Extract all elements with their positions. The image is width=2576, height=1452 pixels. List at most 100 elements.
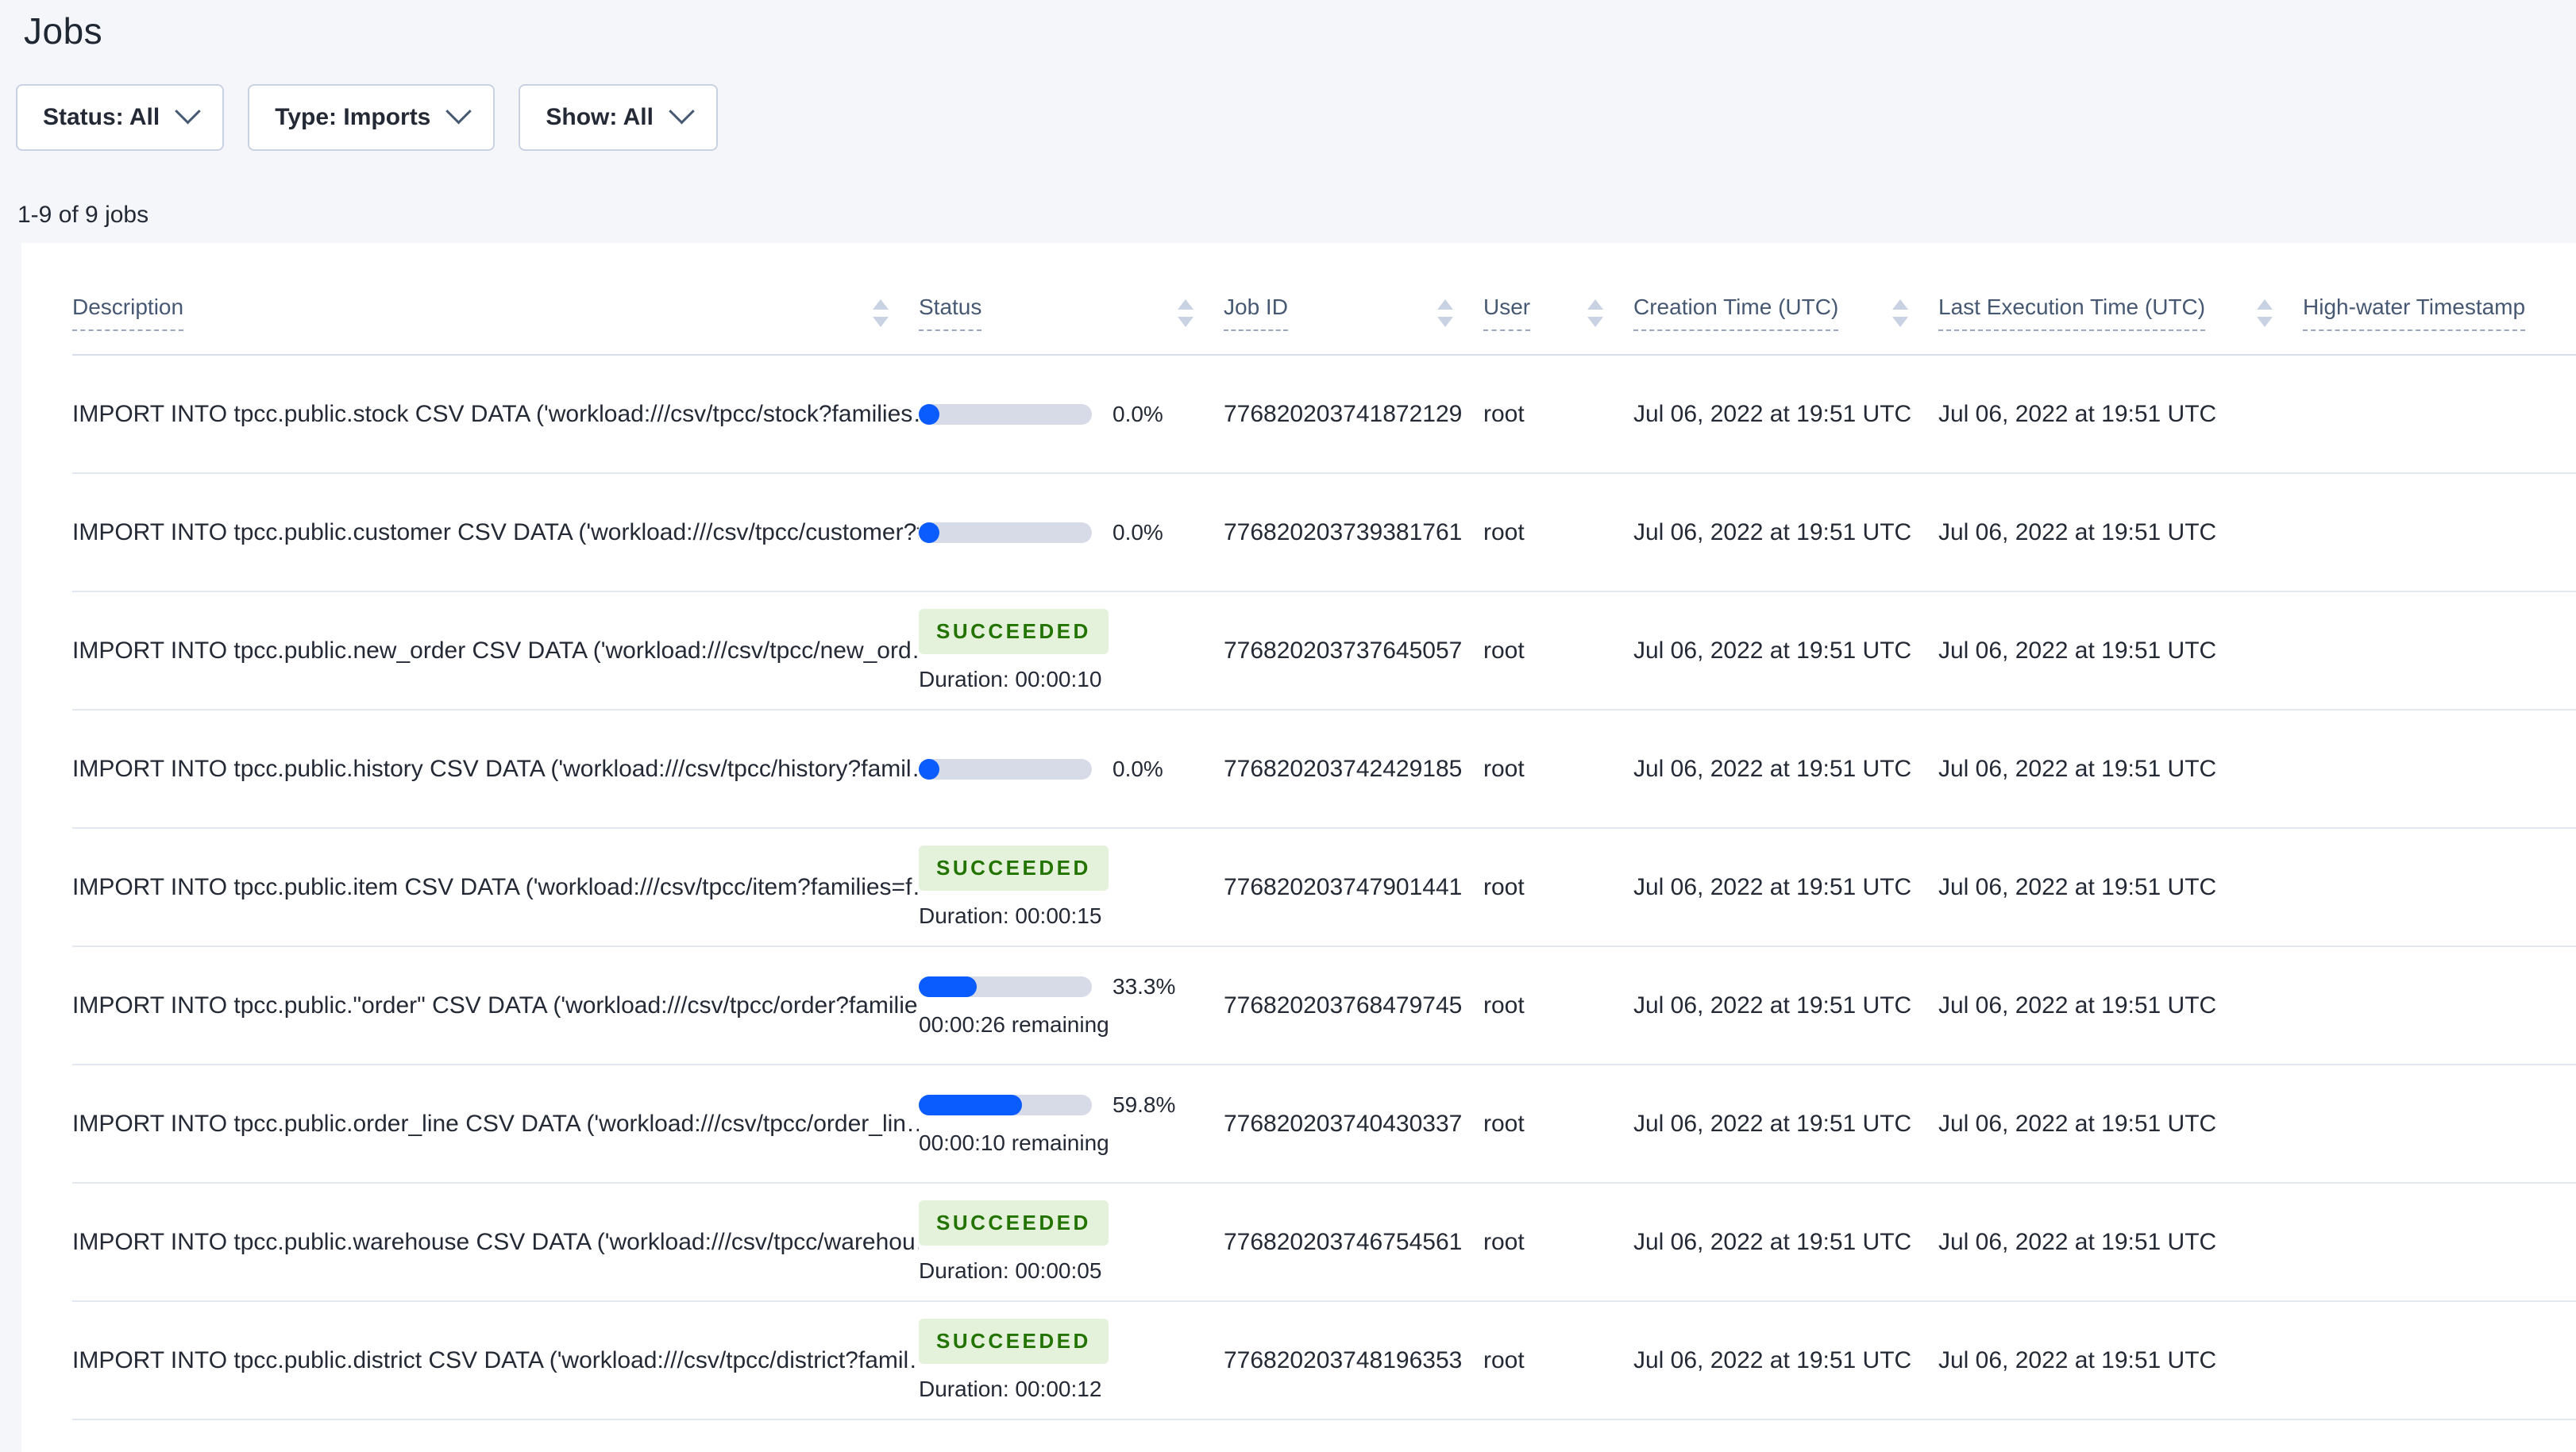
last-execution-time-cell: Jul 06, 2022 at 19:51 UTC [1938, 518, 2217, 545]
last-execution-time-cell: Jul 06, 2022 at 19:51 UTC [1938, 992, 2217, 1019]
column-header-user[interactable]: User [1483, 243, 1633, 354]
user-cell: root [1483, 1228, 1525, 1255]
status-block: 0.0% [919, 520, 1224, 545]
column-header-description[interactable]: Description [72, 243, 919, 354]
last-execution-time-cell: Jul 06, 2022 at 19:51 UTC [1938, 1346, 2217, 1373]
status-block: SUCCEEDED Duration: 00:00:05 [919, 1200, 1224, 1284]
progress-percent: 0.0% [1113, 519, 1163, 545]
jobs-table: Description Status Job ID User Creation Time… [21, 243, 2576, 1452]
status-block: 0.0% [919, 402, 1224, 427]
job-duration: Duration: 00:00:05 [919, 1258, 1102, 1283]
table-row: IMPORT INTO tpcc.public.item CSV DATA ('… [72, 829, 2576, 947]
status-block: 0.0% [919, 757, 1224, 782]
table-row: IMPORT INTO tpcc.public.new_order CSV DA… [72, 592, 2576, 711]
job-status-cell: 0.0% [919, 402, 1224, 427]
creation-time-cell: Jul 06, 2022 at 19:51 UTC [1633, 873, 1912, 900]
sort-arrows-icon [873, 298, 889, 327]
last-execution-time-cell: Jul 06, 2022 at 19:51 UTC [1938, 400, 2217, 427]
progress-bar-track [919, 1094, 1092, 1115]
status-block: SUCCEEDED Duration: 00:00:12 [919, 1319, 1224, 1402]
progress-percent: 33.3% [1113, 973, 1176, 999]
job-description-link[interactable]: IMPORT INTO tpcc.public.order_line CSV D… [72, 1111, 919, 1138]
job-duration: Duration: 00:00:10 [919, 667, 1102, 691]
progress-line: 0.0% [919, 402, 1224, 427]
status-filter-dropdown[interactable]: Status: All [16, 84, 225, 151]
sort-arrows-icon [1587, 298, 1603, 327]
table-row: IMPORT INTO tpcc.public.warehouse CSV DA… [72, 1184, 2576, 1302]
job-description-link[interactable]: IMPORT INTO tpcc.public.new_order CSV DA… [72, 637, 919, 664]
column-header-creation-time[interactable]: Creation Time (UTC) [1633, 243, 1938, 354]
table-row: IMPORT INTO tpcc.public.customer CSV DAT… [72, 474, 2576, 592]
sort-asc-icon [873, 298, 889, 310]
type-filter-dropdown[interactable]: Type: Imports [248, 84, 496, 151]
chevron-down-icon [175, 98, 201, 125]
user-cell: root [1483, 992, 1525, 1019]
table-row: IMPORT INTO tpcc.public."order" CSV DATA… [72, 947, 2576, 1065]
progress-bar-fill [919, 522, 939, 543]
status-badge: SUCCEEDED [919, 845, 1109, 891]
job-description-link[interactable]: IMPORT INTO tpcc.public.item CSV DATA ('… [72, 874, 919, 901]
last-execution-time-cell: Jul 06, 2022 at 19:51 UTC [1938, 755, 2217, 782]
last-execution-time-cell: Jul 06, 2022 at 19:51 UTC [1938, 873, 2217, 900]
progress-percent: 59.8% [1113, 1092, 1176, 1117]
creation-time-cell: Jul 06, 2022 at 19:51 UTC [1633, 1110, 1912, 1137]
sort-desc-icon [1587, 316, 1603, 327]
last-execution-time-cell: Jul 06, 2022 at 19:51 UTC [1938, 1228, 2217, 1255]
column-header-last-execution-time[interactable]: Last Execution Time (UTC) [1938, 243, 2303, 354]
job-id-cell: 776820203740430337 [1224, 1110, 1463, 1137]
status-block: SUCCEEDED Duration: 00:00:10 [919, 609, 1224, 692]
progress-bar-fill [919, 1094, 1022, 1115]
column-header-label: Creation Time (UTC) [1633, 295, 1839, 331]
job-id-cell: 776820203748196353 [1224, 1346, 1463, 1373]
column-header-job-id[interactable]: Job ID [1224, 243, 1483, 354]
column-header-status[interactable]: Status [919, 243, 1224, 354]
user-cell: root [1483, 1110, 1525, 1137]
user-cell: root [1483, 400, 1525, 427]
creation-time-cell: Jul 06, 2022 at 19:51 UTC [1633, 637, 1912, 664]
job-id-cell: 776820203739381761 [1224, 518, 1463, 545]
status-block: SUCCEEDED Duration: 00:00:15 [919, 845, 1224, 929]
user-cell: root [1483, 1346, 1525, 1373]
job-description-link[interactable]: IMPORT INTO tpcc.public.customer CSV DAT… [72, 519, 919, 546]
progress-bar-track [919, 522, 1092, 543]
job-description-link[interactable]: IMPORT INTO tpcc.public.history CSV DATA… [72, 756, 919, 783]
creation-time-cell: Jul 06, 2022 at 19:51 UTC [1633, 755, 1912, 782]
progress-bar-track [919, 403, 1092, 425]
progress-line: 59.8% [919, 1092, 1224, 1118]
creation-time-cell: Jul 06, 2022 at 19:51 UTC [1633, 518, 1912, 545]
chevron-down-icon [445, 98, 472, 125]
job-id-cell: 776820203747901441 [1224, 873, 1463, 900]
job-id-cell: 776820203768479745 [1224, 992, 1463, 1019]
status-badge: SUCCEEDED [919, 609, 1109, 654]
table-body: IMPORT INTO tpcc.public.stock CSV DATA (… [72, 356, 2576, 1420]
filter-bar: Status: All Type: Imports Show: All [16, 84, 2576, 151]
table-row: IMPORT INTO tpcc.public.order_line CSV D… [72, 1065, 2576, 1184]
sort-asc-icon [1892, 298, 1908, 310]
job-description-link[interactable]: IMPORT INTO tpcc.public."order" CSV DATA… [72, 992, 919, 1019]
job-description-link[interactable]: IMPORT INTO tpcc.public.district CSV DAT… [72, 1347, 919, 1374]
sort-desc-icon [1892, 316, 1908, 327]
column-header-high-water-timestamp[interactable]: High-water Timestamp [2303, 243, 2576, 354]
job-status-cell: 59.8% 00:00:10 remaining [919, 1092, 1224, 1156]
last-execution-time-cell: Jul 06, 2022 at 19:51 UTC [1938, 637, 2217, 664]
job-status-cell: SUCCEEDED Duration: 00:00:05 [919, 1200, 1224, 1284]
sort-arrows-icon [1178, 298, 1194, 327]
type-filter-label: Type: Imports [275, 104, 431, 130]
column-header-label: User [1483, 295, 1531, 331]
sort-desc-icon [1437, 316, 1453, 327]
show-filter-label: Show: All [546, 104, 654, 130]
job-description-link[interactable]: IMPORT INTO tpcc.public.warehouse CSV DA… [72, 1229, 919, 1256]
job-status-cell: SUCCEEDED Duration: 00:00:15 [919, 845, 1224, 929]
table-row: IMPORT INTO tpcc.public.district CSV DAT… [72, 1302, 2576, 1420]
job-duration: Duration: 00:00:12 [919, 1377, 1102, 1401]
sort-arrows-icon [1437, 298, 1453, 327]
show-filter-dropdown[interactable]: Show: All [519, 84, 718, 151]
column-header-label: Status [919, 295, 982, 331]
last-execution-time-cell: Jul 06, 2022 at 19:51 UTC [1938, 1110, 2217, 1137]
column-header-label: Last Execution Time (UTC) [1938, 295, 2206, 331]
progress-bar-fill [919, 758, 939, 780]
job-status-cell: 33.3% 00:00:26 remaining [919, 974, 1224, 1038]
creation-time-cell: Jul 06, 2022 at 19:51 UTC [1633, 1346, 1912, 1373]
job-id-cell: 776820203746754561 [1224, 1228, 1463, 1255]
job-description-link[interactable]: IMPORT INTO tpcc.public.stock CSV DATA (… [72, 401, 919, 428]
